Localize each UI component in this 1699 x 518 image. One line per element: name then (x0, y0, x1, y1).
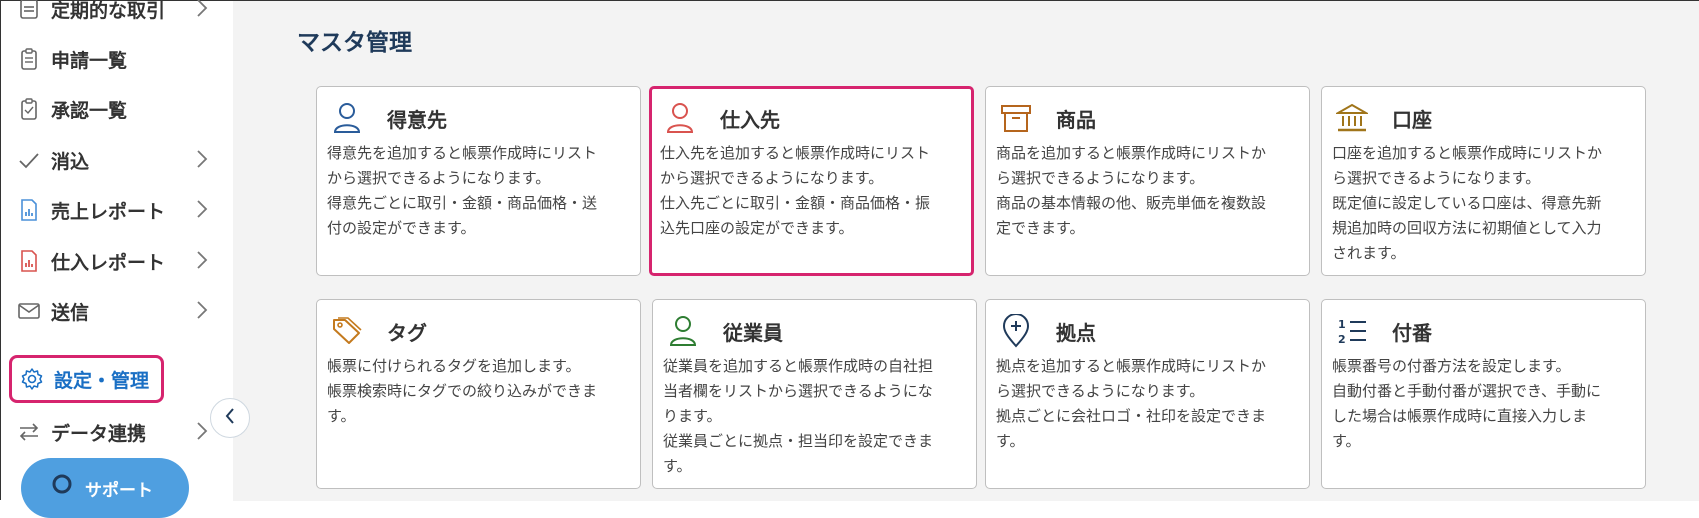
chevron-right-icon (195, 199, 209, 224)
sidebar-item-label: 承認一覧 (51, 99, 128, 122)
card-suppliers[interactable]: 仕入先 仕入先を追加すると帳票作成時にリスト から選択できるようになります。 仕… (649, 86, 974, 276)
card-tags[interactable]: タグ 帳票に付けられるタグを追加します。 帳票検索時にタグでの絞り込みができま … (316, 299, 641, 489)
card-description: 得意先を追加すると帳票作成時にリスト から選択できるようになります。 得意先ごと… (327, 144, 598, 237)
card-description: 仕入先を追加すると帳票作成時にリスト から選択できるようになります。 仕入先ごと… (660, 144, 931, 237)
card-accounts[interactable]: 口座 口座を追加すると帳票作成時にリストか ら選択できるようになります。 既定値… (1321, 86, 1646, 276)
card-employees[interactable]: 従業員 従業員を追加すると帳票作成時の自社担 当者欄をリストから選択できるように… (652, 299, 977, 489)
location-pin-icon (1000, 314, 1032, 348)
card-description: 拠点を追加すると帳票作成時にリストか ら選択できるようになります。 拠点ごとに会… (996, 357, 1267, 450)
sidebar-item-applications[interactable]: 申請一覧 (17, 39, 213, 79)
card-title: 付番 (1392, 320, 1432, 345)
mail-icon (17, 299, 41, 323)
card-title: タグ (387, 320, 427, 345)
main-content: マスタ管理 得意先 得意先を追加すると帳票作成時にリスト から選択できるようにな… (253, 1, 1699, 501)
card-locations[interactable]: 拠点 拠点を追加すると帳票作成時にリストか ら選択できるようになります。 拠点ご… (985, 299, 1310, 489)
card-title: 従業員 (723, 320, 783, 345)
purchase-report-icon (17, 249, 41, 273)
sidebar-item-reconcile[interactable]: 消込 (17, 140, 213, 180)
chevron-right-icon (195, 250, 209, 275)
sidebar-item-recurring[interactable]: 定期的な取引 (17, 0, 213, 29)
search-icon (51, 473, 77, 504)
support-button[interactable]: サポート (21, 458, 189, 518)
sidebar-item-sales-report[interactable]: 売上レポート (17, 190, 213, 230)
collapse-sidebar-button[interactable] (210, 398, 250, 438)
bank-icon (1336, 102, 1368, 134)
numbered-list-icon: 12 (1336, 315, 1368, 347)
sidebar-item-label: 消込 (51, 150, 90, 173)
box-icon (1000, 102, 1032, 134)
tag-icon (331, 315, 363, 347)
clipboard-check-icon (17, 97, 41, 121)
sidebar-item-label: 設定・管理 (54, 369, 150, 392)
card-description: 口座を追加すると帳票作成時にリストか ら選択できるようになります。 既定値に設定… (1332, 144, 1603, 262)
sidebar-item-send[interactable]: 送信 (17, 291, 213, 331)
card-description: 従業員を追加すると帳票作成時の自社担 当者欄をリストから選択できるようにな りま… (663, 357, 934, 475)
card-numbering[interactable]: 12 付番 帳票番号の付番方法を設定します。 自動付番と手動付番が選択でき、手動… (1321, 299, 1646, 489)
clipboard-icon (17, 47, 41, 71)
chevron-left-icon (224, 407, 236, 429)
sidebar-item-label: 送信 (51, 301, 90, 324)
chevron-right-icon (195, 421, 209, 446)
card-description: 商品を追加すると帳票作成時にリストか ら選択できるようになります。 商品の基本情… (996, 144, 1267, 237)
chevron-right-icon (195, 149, 209, 174)
card-title: 仕入先 (720, 107, 780, 132)
page-title: マスタ管理 (297, 30, 412, 56)
sales-report-icon (17, 198, 41, 222)
sidebar-item-label: 申請一覧 (51, 49, 128, 72)
card-products[interactable]: 商品 商品を追加すると帳票作成時にリストか ら選択できるようになります。 商品の… (985, 86, 1310, 276)
person-icon (331, 102, 363, 134)
sidebar-item-label: 売上レポート (51, 200, 166, 223)
card-title: 拠点 (1056, 320, 1096, 345)
card-title: 商品 (1056, 107, 1096, 132)
check-icon (17, 148, 41, 172)
support-label: サポート (85, 480, 153, 501)
sidebar-item-approvals[interactable]: 承認一覧 (17, 89, 213, 129)
gear-icon (20, 367, 44, 391)
sidebar-item-settings[interactable]: 設定・管理 (9, 355, 164, 403)
svg-text:1: 1 (1338, 318, 1346, 331)
person-icon (667, 315, 699, 347)
sidebar-item-purchase-report[interactable]: 仕入レポート (17, 241, 213, 281)
card-description: 帳票番号の付番方法を設定します。 自動付番と手動付番が選択でき、手動に した場合… (1332, 357, 1601, 450)
card-title: 口座 (1392, 107, 1432, 132)
card-title: 得意先 (387, 107, 447, 132)
sidebar: 定期的な取引 申請一覧 承認一覧 消込 売上レポート 仕入レポート 送信 設定・… (1, 0, 233, 518)
recurring-icon (17, 0, 41, 21)
person-icon (664, 102, 696, 134)
sidebar-item-data-integration[interactable]: データ連携 (17, 412, 213, 452)
chevron-right-icon (195, 300, 209, 325)
svg-text:2: 2 (1338, 333, 1346, 346)
chevron-right-icon (195, 0, 209, 23)
sync-arrows-icon (17, 420, 41, 444)
card-description: 帳票に付けられるタグを追加します。 帳票検索時にタグでの絞り込みができま す。 (327, 357, 598, 425)
sidebar-item-label: 定期的な取引 (51, 0, 166, 22)
sidebar-item-label: データ連携 (51, 422, 147, 445)
sidebar-item-label: 仕入レポート (51, 251, 166, 274)
card-customers[interactable]: 得意先 得意先を追加すると帳票作成時にリスト から選択できるようになります。 得… (316, 86, 641, 276)
